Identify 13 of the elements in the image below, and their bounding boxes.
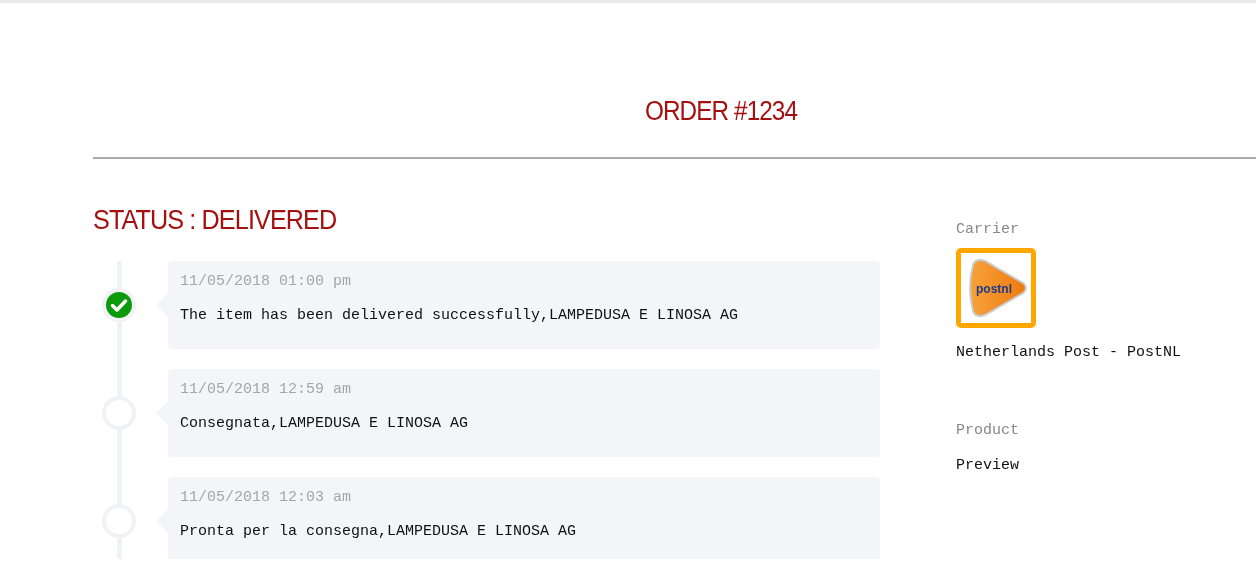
event-message: The item has been delivered successfully,LAMPEDUSA E LINOSA AG: [180, 306, 740, 327]
event-time: 11/05/2018 12:03 am: [180, 488, 353, 508]
carrier-label: Carrier: [956, 220, 1020, 241]
carrier-logo: postnl: [956, 247, 1036, 328]
carrier-name: Netherlands Post - PostNL: [956, 342, 1182, 363]
status-heading: STATUS : DELIVERED: [93, 203, 338, 237]
event-message: Pronta per la consegna,LAMPEDUSA E LINOSA AG: [180, 522, 578, 543]
product-label: Product: [956, 421, 1020, 442]
event-message: Consegnata,LAMPEDUSA E LINOSA AG: [180, 414, 470, 435]
event-time: 11/05/2018 01:00 pm: [180, 272, 353, 292]
order-title: ORDER #1234: [643, 95, 799, 128]
event-time: 11/05/2018 12:59 am: [180, 380, 353, 400]
product-value: Preview: [956, 455, 1020, 476]
